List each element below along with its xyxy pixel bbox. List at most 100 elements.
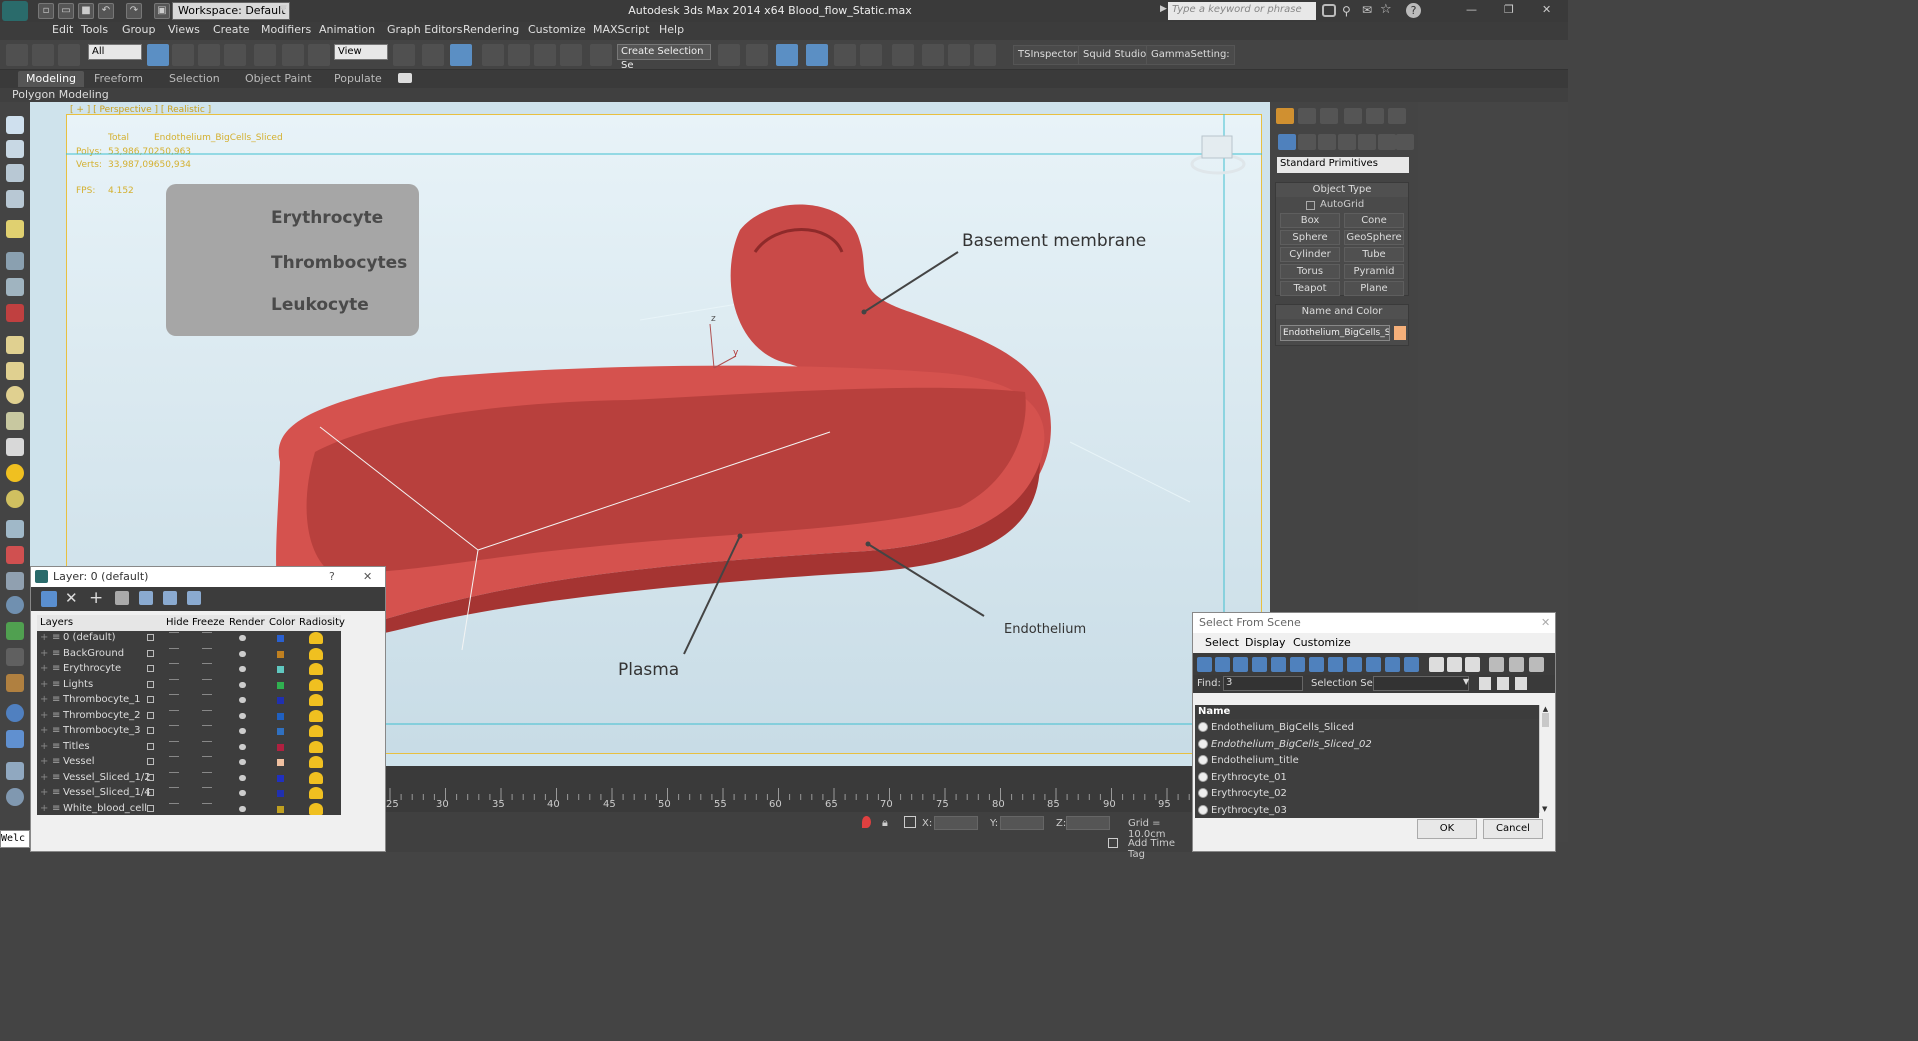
col-hide[interactable]: Hide (166, 617, 189, 628)
layer-color-swatch[interactable] (277, 790, 284, 797)
freeze-toggle[interactable] (202, 694, 212, 695)
plant-icon[interactable] (6, 622, 24, 640)
teapot-icon[interactable] (6, 116, 24, 134)
material-icon[interactable] (6, 140, 24, 158)
hide-toggle[interactable] (169, 771, 179, 773)
dome-icon[interactable] (6, 362, 24, 380)
robot-icon[interactable] (6, 304, 24, 322)
x-coord-input[interactable] (934, 816, 978, 830)
render-production-icon[interactable] (974, 44, 996, 66)
geosphere-button[interactable]: GeoSphere (1344, 230, 1404, 245)
sfs-title[interactable]: Select From Scene (1193, 613, 1555, 633)
columns-icon[interactable] (1529, 657, 1544, 672)
layer-row[interactable]: + ≡ Erythrocyte (37, 662, 341, 678)
category-dropdown[interactable]: Standard Primitives (1277, 157, 1409, 173)
filter-icon[interactable] (1489, 657, 1504, 672)
chevron-down-icon[interactable]: ▼ (280, 4, 287, 14)
new-file-icon[interactable]: ▫ (38, 3, 54, 19)
freeze-toggle[interactable] (202, 725, 212, 726)
add-set-icon[interactable] (1497, 677, 1509, 690)
layer-row[interactable]: + ≡ Vessel_Sliced_1/2 (37, 771, 341, 787)
cone-button[interactable]: Cone (1344, 213, 1404, 228)
scroll-up-icon[interactable]: ▲ (1540, 705, 1551, 713)
layer-color-swatch[interactable] (277, 697, 284, 704)
menu-help[interactable]: Help (659, 23, 684, 36)
col-radiosity[interactable]: Radiosity (299, 617, 345, 628)
align-icon[interactable] (746, 44, 768, 66)
object-color-swatch[interactable] (1394, 326, 1406, 340)
display-cameras-icon[interactable] (1252, 657, 1267, 672)
undo-icon[interactable]: ↶ (98, 3, 114, 19)
teapot-button[interactable]: Teapot (1280, 281, 1340, 296)
display-geometry-icon[interactable] (1197, 657, 1212, 672)
layer-row[interactable]: + ≡ 0 (default) (37, 631, 341, 647)
radiosity-sun-icon[interactable] (309, 787, 323, 799)
ribbon-options-icon[interactable] (398, 73, 412, 83)
cancel-button[interactable]: Cancel (1483, 819, 1543, 839)
particles-icon[interactable] (6, 520, 24, 538)
hide-toggle[interactable] (169, 678, 179, 680)
sliders-icon[interactable] (6, 252, 24, 270)
radiosity-sun-icon[interactable] (309, 802, 323, 815)
col-render[interactable]: Render (229, 617, 265, 628)
object-type-title[interactable]: Object Type (1276, 183, 1408, 197)
angle-snap-icon[interactable] (508, 44, 530, 66)
search-input[interactable]: Type a keyword or phrase (1168, 2, 1316, 20)
ok-button[interactable]: OK (1417, 819, 1477, 839)
lock-icon[interactable]: 🔒︎ (882, 816, 888, 830)
layer-expand-icon[interactable]: + (40, 756, 48, 767)
star-icon[interactable]: ☆ (1380, 2, 1392, 17)
tab-freeform[interactable]: Freeform (86, 71, 151, 87)
layer-expand-icon[interactable]: + (40, 663, 48, 674)
timer-icon[interactable] (6, 788, 24, 806)
reference-coordinate-dropdown[interactable]: View (334, 44, 388, 60)
delete-icon[interactable]: ✕ (65, 589, 78, 607)
blocks-icon[interactable] (6, 730, 24, 748)
layer-row[interactable]: + ≡ BackGround (37, 647, 341, 663)
display-tab-icon[interactable] (1366, 108, 1384, 124)
radiosity-sun-icon[interactable] (309, 678, 323, 691)
close-icon[interactable]: ✕ (363, 567, 372, 587)
material-editor-icon[interactable] (892, 44, 914, 66)
name-color-title[interactable]: Name and Color (1276, 305, 1408, 319)
layer-color-swatch[interactable] (277, 666, 284, 673)
render-teapot-icon[interactable] (239, 759, 246, 765)
layer-expand-icon[interactable]: + (40, 772, 48, 783)
layer-row[interactable]: + ≡ Thrombocyte_3 (37, 724, 341, 740)
hide-toggle[interactable] (169, 725, 179, 726)
plane-button[interactable]: Plane (1344, 281, 1404, 296)
ring-icon[interactable] (6, 386, 24, 404)
menu-rendering[interactable]: Rendering (463, 23, 519, 36)
hide-toggle[interactable] (169, 756, 179, 757)
layer-active-checkbox[interactable] (147, 634, 154, 641)
spinner-snap-icon[interactable] (560, 44, 582, 66)
select-all-icon[interactable] (1429, 657, 1444, 672)
bulb-icon[interactable] (6, 220, 24, 238)
tube-button[interactable]: Tube (1344, 247, 1404, 262)
helpers-icon[interactable] (1358, 134, 1376, 150)
layer-active-checkbox[interactable] (147, 696, 154, 703)
menu-tools[interactable]: Tools (81, 23, 108, 36)
add-time-tag[interactable]: Add Time Tag (1128, 838, 1194, 860)
tab-populate[interactable]: Populate (326, 71, 390, 87)
polygon-modeling-label[interactable]: Polygon Modeling (12, 88, 109, 101)
menu-modifiers[interactable]: Modifiers (261, 23, 311, 36)
save-set-icon[interactable] (1479, 677, 1491, 690)
person-icon[interactable] (6, 572, 24, 590)
pivot-center-icon[interactable] (393, 44, 415, 66)
list-icon[interactable] (6, 164, 24, 182)
scroll-thumb[interactable] (1542, 713, 1549, 727)
sfs-list-item[interactable]: Endothelium_BigCells_Sliced (1195, 719, 1539, 736)
select-object-icon[interactable] (147, 44, 169, 66)
select-objects-icon[interactable] (115, 591, 129, 605)
tab-object-paint[interactable]: Object Paint (237, 71, 320, 87)
pyramid-button[interactable]: Pyramid (1344, 264, 1404, 279)
layer-color-swatch[interactable] (277, 635, 284, 642)
curve-editor-icon[interactable] (834, 44, 856, 66)
layer-name[interactable]: Thrombocyte_2 (63, 710, 141, 721)
radiosity-sun-icon[interactable] (309, 725, 323, 737)
hf-icon[interactable] (6, 648, 24, 666)
hide-toggle[interactable] (169, 709, 179, 711)
utilities-tab-icon[interactable] (1388, 108, 1406, 124)
geometry-icon[interactable] (1278, 134, 1296, 150)
